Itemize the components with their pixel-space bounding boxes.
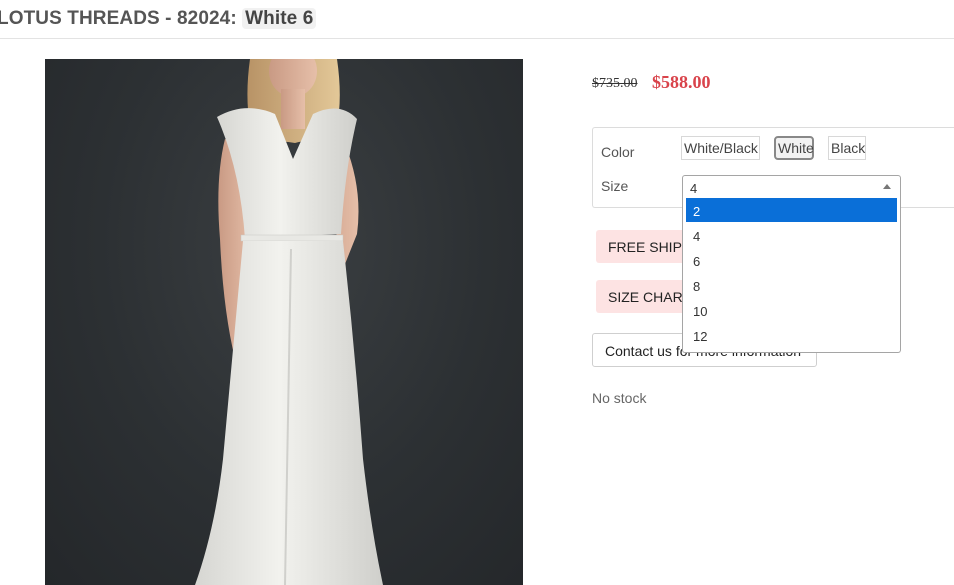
product-title-text: LOTUS THREADS - 82024: [0,8,237,29]
size-option-12[interactable]: 12 [686,323,897,347]
dress-illustration [195,59,383,585]
size-option-6[interactable]: 6 [686,248,897,272]
color-option-black[interactable]: Black [828,136,866,160]
size-select-value: 4 [690,181,698,196]
size-option-8[interactable]: 8 [686,273,897,297]
title-divider [0,38,954,39]
caret-up-icon [883,184,891,189]
product-title: LOTUS THREADS - 82024: White 6 [0,8,317,30]
size-dropdown-list[interactable]: 2 4 6 8 10 12 [682,197,901,353]
color-label: Color [601,144,635,160]
size-option-10[interactable]: 10 [686,298,897,322]
stock-status: No stock [592,390,647,406]
original-price: $735.00 [592,76,638,91]
product-variant: White 6 [242,8,317,29]
color-option-white-black[interactable]: White/Black [681,136,760,160]
size-option-4[interactable]: 4 [686,223,897,247]
size-label: Size [601,178,629,194]
size-option-2[interactable]: 2 [686,198,897,222]
product-photo[interactable] [45,59,523,585]
sale-price: $588.00 [652,72,711,92]
size-select[interactable]: 4 [682,175,901,199]
product-page: LOTUS THREADS - 82024: White 6 $735.00 $… [0,0,954,585]
color-option-white[interactable]: White [774,136,814,160]
